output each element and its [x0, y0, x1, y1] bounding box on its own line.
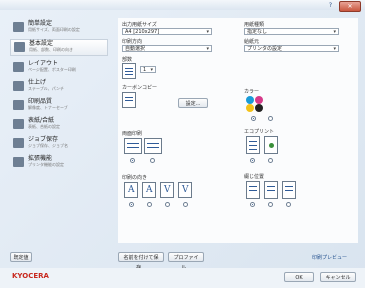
preview-link[interactable]: 印刷プレビュー — [312, 254, 347, 261]
sidebar-title: 基本設定 — [29, 40, 54, 47]
sidebar-item-quick[interactable]: 簡単設定 用紙サイズ、両面印刷の設定 — [10, 20, 108, 35]
ecoprint-icon-2 — [264, 136, 278, 154]
sidebar-title: 表紙/合紙 — [28, 117, 55, 124]
quality-icon — [13, 100, 24, 110]
duplex-icon-2 — [144, 138, 162, 154]
orient-glyph: V — [164, 185, 171, 195]
sidebar: 簡単設定 用紙サイズ、両面印刷の設定 基本設定 用紙、部数、印刷の向き レイアウ… — [10, 20, 108, 190]
paper-size-select[interactable]: A4 [210x297] — [122, 28, 212, 36]
media-type-select[interactable]: 指定なし — [244, 28, 339, 36]
copies-input[interactable]: 1 — [140, 66, 156, 74]
sidebar-sub: 用紙、部数、印刷の向き — [29, 47, 73, 52]
sidebar-sub: 表紙、合紙の設定 — [28, 124, 60, 129]
basic-icon — [14, 42, 25, 52]
sidebar-item-finishing[interactable]: 仕上げ ステープル、パンチ — [10, 79, 108, 94]
settings-panel: 出力用紙サイズ A4 [210x297] 印刷方向 自動選択 部数 1 カーボン… — [118, 18, 358, 243]
duplex-label: 両面印刷 — [122, 131, 143, 137]
quick-icon — [13, 22, 24, 32]
staple-icon-2 — [264, 181, 278, 199]
sidebar-item-quality[interactable]: 印刷品質 解像度、トナーセーブ — [10, 98, 108, 113]
orient-icon-3: V — [160, 182, 174, 198]
title-bar — [0, 0, 365, 10]
orient-glyph: V — [182, 185, 189, 195]
orient-icon-2: A — [142, 182, 156, 198]
job-icon — [13, 138, 24, 148]
ecoprint-icon-1 — [246, 136, 260, 154]
orient-radio-1[interactable] — [129, 202, 134, 207]
orient-glyph: A — [128, 185, 135, 195]
cancel-button[interactable]: キャンセル — [320, 272, 356, 282]
orient-radio-2[interactable] — [147, 202, 152, 207]
sidebar-title: ジョブ保存 — [28, 136, 59, 143]
reset-button[interactable]: 既定値 — [10, 252, 32, 262]
sidebar-sub: 用紙サイズ、両面印刷の設定 — [28, 27, 80, 32]
orient-icon-1: A — [124, 182, 138, 198]
kyocera-logo: KYOCERA — [12, 272, 49, 280]
finishing-icon — [13, 81, 24, 91]
help-button[interactable]: ? — [326, 1, 335, 10]
duplex-radio-on[interactable] — [150, 158, 155, 163]
cover-icon — [122, 92, 136, 108]
ok-button[interactable]: OK — [284, 272, 314, 282]
nup-label: 印刷の向き — [122, 175, 148, 181]
sidebar-title: 拡張機能 — [28, 155, 53, 162]
color-icon — [246, 96, 276, 112]
copies-label: 部数 — [122, 57, 133, 63]
orientation-select[interactable]: 自動選択 — [122, 45, 212, 53]
sidebar-sub: 解像度、トナーセーブ — [28, 105, 68, 110]
sidebar-item-basic[interactable]: 基本設定 用紙、部数、印刷の向き — [10, 39, 108, 56]
orient-glyph: A — [146, 185, 153, 195]
orientation-label: 印刷方向 — [122, 39, 143, 45]
duplex-icon-1 — [124, 138, 142, 154]
sidebar-title: 簡単設定 — [28, 20, 53, 27]
sidebar-item-cover[interactable]: 表紙/合紙 表紙、合紙の設定 — [10, 117, 108, 132]
staple-icon-1 — [246, 181, 260, 199]
print-settings-window: ? ✕ 簡単設定 用紙サイズ、両面印刷の設定 基本設定 用紙、部数、印刷の向き … — [0, 0, 365, 288]
staple-radio-3[interactable] — [286, 202, 291, 207]
source-select[interactable]: プリンタの設定 — [244, 45, 339, 53]
source-label: 給紙元 — [244, 39, 260, 45]
sidebar-item-layout[interactable]: レイアウト ページ配置、ポスター印刷 — [10, 60, 108, 75]
ecoprint-radio-on[interactable] — [268, 158, 273, 163]
color-radio-color[interactable] — [251, 116, 256, 121]
layout-icon — [13, 62, 24, 72]
sidebar-title: レイアウト — [28, 60, 59, 67]
sidebar-item-job[interactable]: ジョブ保存 ジョブ保存、ジョブ名 — [10, 136, 108, 151]
ecoprint-label: エコプリント — [244, 129, 275, 135]
cover-icon — [13, 119, 24, 129]
staple-radio-1[interactable] — [250, 202, 255, 207]
cover-label: カーボンコピー — [122, 85, 158, 91]
save-as-button[interactable]: 名前を付けて保存... — [118, 252, 164, 271]
close-button[interactable]: ✕ — [339, 1, 361, 12]
media-type-label: 用紙種類 — [244, 22, 265, 28]
staple-label: 綴じ位置 — [244, 174, 265, 180]
duplex-radio-off[interactable] — [130, 158, 135, 163]
sidebar-sub: ジョブ保存、ジョブ名 — [28, 143, 68, 148]
sidebar-title: 仕上げ — [28, 79, 47, 86]
color-radio-mono[interactable] — [268, 116, 273, 121]
advanced-icon — [13, 157, 24, 167]
orient-radio-4[interactable] — [183, 202, 188, 207]
copies-icon — [122, 63, 136, 79]
color-label: カラー — [244, 89, 260, 95]
sidebar-sub: ページ配置、ポスター印刷 — [28, 67, 76, 72]
staple-icon-3 — [282, 181, 296, 199]
staple-radio-2[interactable] — [268, 202, 273, 207]
paper-size-label: 出力用紙サイズ — [122, 22, 157, 28]
sidebar-title: 印刷品質 — [28, 98, 53, 105]
cover-settings-button[interactable]: 設定... — [178, 98, 208, 108]
profile-button[interactable]: プロファイル... — [168, 252, 204, 271]
orient-radio-3[interactable] — [165, 202, 170, 207]
sidebar-item-advanced[interactable]: 拡張機能 プリンタ機能の設定 — [10, 155, 108, 170]
sidebar-sub: ステープル、パンチ — [28, 86, 64, 91]
orient-icon-4: V — [178, 182, 192, 198]
ecoprint-radio-off[interactable] — [250, 158, 255, 163]
sidebar-sub: プリンタ機能の設定 — [28, 162, 64, 167]
